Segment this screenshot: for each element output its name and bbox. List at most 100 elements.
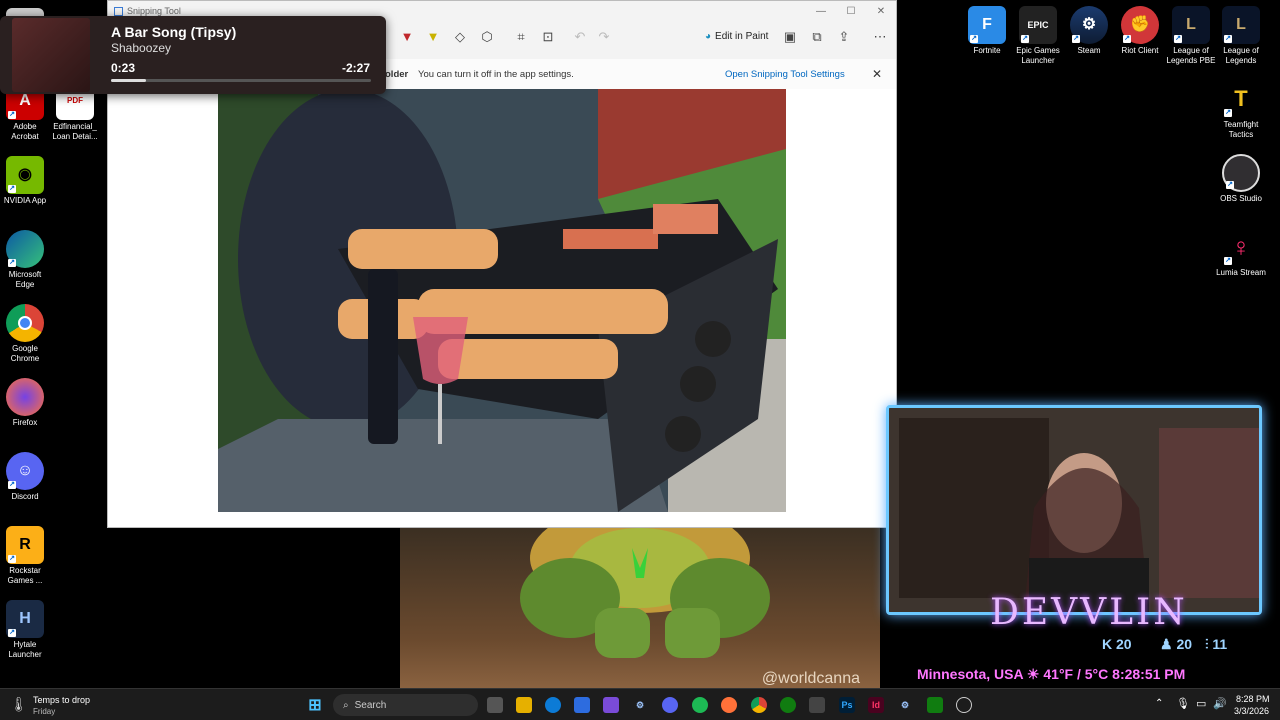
edge-taskbar-icon[interactable] — [545, 697, 561, 713]
paint-icon: ◕ — [705, 31, 712, 42]
maximize-button[interactable]: ☐ — [836, 6, 866, 17]
task-view-icon[interactable] — [487, 697, 503, 713]
desktop-icon-fortnite[interactable]: F ↗ Fortnite — [962, 6, 1012, 56]
webcam-frame — [886, 405, 1262, 615]
obs-icon: ↗ — [1222, 154, 1260, 192]
close-window-button[interactable]: ✕ — [866, 6, 896, 17]
desktop-icon-label: Discord — [11, 492, 39, 501]
desktop-icon-lumia[interactable]: ♀ ↗ Lumia Stream — [1216, 228, 1266, 278]
desktop-icon-rockstar[interactable]: R ↗ Rockstar Games ... — [0, 526, 50, 586]
weather-sub: Friday — [33, 707, 56, 716]
desktop-icon-label: Edfinancial_ Loan Detai... — [52, 122, 98, 141]
fortnite-icon: F ↗ — [968, 6, 1006, 44]
streamer-name: DEVVLIN — [990, 592, 1188, 633]
hytale-icon: H ↗ — [6, 600, 44, 638]
desktop-icon-tft[interactable]: T ↗ Teamfight Tactics — [1216, 80, 1266, 140]
song-title: A Bar Song (Tipsy) — [111, 24, 237, 40]
crop-icon[interactable]: ⌗ — [512, 29, 530, 45]
desktop-icon-lol[interactable]: L ↗ League of Legends — [1216, 6, 1266, 66]
save-icon[interactable]: ▣ — [781, 29, 799, 45]
chrome-icon — [6, 304, 44, 342]
turtle-artwork: @worldcanna — [400, 528, 880, 688]
desktop-icon-label: Adobe Acrobat — [11, 122, 39, 141]
open-settings-link[interactable]: Open Snipping Tool Settings — [725, 69, 845, 80]
undo-icon[interactable]: ↶ — [571, 29, 589, 45]
desktop-icon-chrome[interactable]: Google Chrome — [0, 304, 50, 364]
ballpoint-pen-icon[interactable]: ▼ — [398, 29, 416, 44]
media-overlay[interactable]: A Bar Song (Tipsy) Shaboozey 0:23 -2:27 — [0, 16, 386, 94]
xbox-game-bar-icon[interactable] — [927, 697, 943, 713]
minimize-button[interactable]: — — [806, 6, 836, 17]
grill-photo — [218, 89, 786, 512]
indesign-icon[interactable]: Id — [868, 697, 884, 713]
watermark-text: @worldcanna — [761, 670, 860, 687]
network-icon[interactable]: ▭ — [1196, 697, 1206, 710]
more-options-icon[interactable]: ⋯ — [871, 29, 889, 45]
banner-folder-text: older — [385, 69, 409, 80]
text-actions-icon[interactable]: ⊡ — [539, 29, 557, 45]
desktop-icon-steam[interactable]: ⚙ ↗ Steam — [1064, 6, 1114, 56]
desktop-icon-nvidia[interactable]: ◉ ↗ NVIDIA App — [0, 156, 50, 206]
desktop-icon-label: Firefox — [12, 418, 38, 427]
desktop-icon-label: OBS Studio — [1220, 194, 1262, 203]
spotify-icon[interactable] — [692, 697, 708, 713]
redo-icon[interactable]: ↷ — [595, 29, 613, 45]
steam-taskbar-icon[interactable]: ⚙ — [632, 697, 648, 713]
copy-icon[interactable]: ⧉ — [808, 29, 826, 45]
desktop-icon-firefox[interactable]: Firefox — [0, 378, 50, 428]
song-progress-fill — [111, 79, 147, 82]
stat-followers-value: 20 — [1176, 636, 1193, 652]
highlighter-icon[interactable]: ▼ — [424, 29, 442, 44]
desktop-icon-epic[interactable]: EPIC ↗ Epic Games Launcher — [1013, 6, 1063, 66]
file-explorer-icon[interactable] — [516, 697, 532, 713]
lumia-icon: ♀ ↗ — [1224, 232, 1251, 265]
desktop-icon-discord[interactable]: ☺ ↗ Discord — [0, 452, 50, 502]
clock-time[interactable]: 8:28 PM — [1236, 694, 1270, 704]
song-progress-bar — [111, 79, 371, 82]
clock-date[interactable]: 3/3/2026 — [1234, 706, 1269, 716]
desktop-icon-label: Rockstar Games ... — [7, 566, 43, 585]
close-banner-icon[interactable]: ✕ — [872, 67, 882, 81]
riot-icon: ✊ ↗ — [1121, 6, 1159, 44]
weather-title: Temps to drop — [33, 695, 91, 705]
snipping-tool-app-icon — [114, 6, 123, 16]
discord-taskbar-icon[interactable] — [662, 697, 678, 713]
turtle-scene — [520, 528, 770, 658]
chevron-up-icon[interactable]: ⌃ — [1155, 698, 1163, 709]
stat-viewers-value: 11 — [1212, 636, 1228, 652]
xbox-icon[interactable] — [780, 697, 796, 713]
desktop-icon-lol-pbe[interactable]: L ↗ League of Legends PBE — [1166, 6, 1216, 66]
search-box[interactable]: ⌕ Search — [333, 694, 478, 716]
desktop-icon-obs[interactable]: ↗ OBS Studio — [1216, 154, 1266, 204]
firefox-taskbar-icon[interactable] — [721, 697, 737, 713]
desktop-icon-riot[interactable]: ✊ ↗ Riot Client — [1115, 6, 1165, 56]
desktop-icon-hytale[interactable]: H ↗ Hytale Launcher — [0, 600, 50, 660]
epic-games-icon: EPIC ↗ — [1019, 6, 1057, 44]
copilot-icon[interactable] — [603, 697, 619, 713]
discord-icon: ☺ ↗ — [6, 452, 44, 490]
chrome-taskbar-icon[interactable] — [751, 697, 767, 713]
banner-text: You can turn it off in the app settings. — [418, 69, 574, 80]
shapes-icon[interactable]: ⬡ — [478, 29, 496, 45]
song-artist: Shaboozey — [111, 41, 172, 55]
eraser-icon[interactable]: ◇ — [451, 29, 469, 45]
volume-icon[interactable]: 🔊 — [1213, 697, 1227, 710]
remaining-time: -2:27 — [341, 61, 370, 75]
stat-kills: K 20 — [1102, 636, 1132, 652]
photoshop-icon[interactable]: Ps — [839, 697, 855, 713]
app-icon[interactable] — [809, 697, 825, 713]
share-icon[interactable]: ⇪ — [835, 29, 853, 45]
desktop-icon-label: Microsoft Edge — [8, 270, 42, 289]
desktop-icon-edge[interactable]: ↗ Microsoft Edge — [0, 230, 50, 290]
store-icon[interactable] — [574, 697, 590, 713]
bar-chart-icon: ⫶ — [1205, 636, 1209, 652]
desktop-icon-label: NVIDIA App — [3, 196, 47, 205]
desktop-icon-label: Lumia Stream — [1216, 268, 1266, 277]
edit-in-paint-label: Edit in Paint — [715, 31, 769, 42]
start-icon[interactable]: ⊞ — [307, 697, 323, 714]
person-icon: ♟ — [1160, 636, 1173, 652]
edit-in-paint-button[interactable]: ◕ Edit in Paint — [705, 31, 768, 42]
obs-taskbar-icon[interactable] — [956, 697, 972, 713]
steam-vr-icon[interactable]: ⚙ — [897, 697, 913, 713]
microphone-icon[interactable]: 🎙 — [1176, 697, 1190, 710]
